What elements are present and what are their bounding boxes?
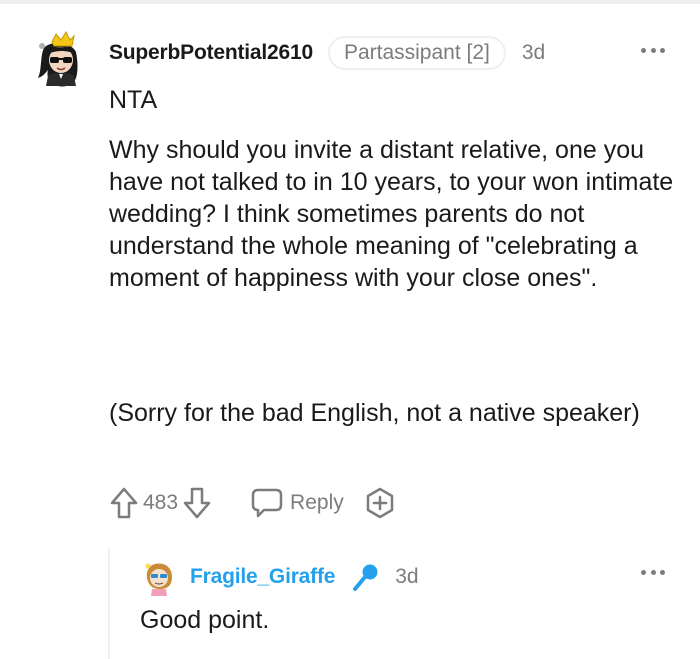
vote-score: 483 — [143, 491, 179, 514]
comment-timestamp[interactable]: 3d — [522, 41, 545, 65]
microphone-icon — [351, 562, 381, 592]
reply-user-avatar[interactable] — [139, 556, 179, 596]
upvote-arrow-icon[interactable] — [109, 486, 139, 520]
reply-label: Reply — [290, 491, 344, 514]
comment-header: SuperbPotential2610 Partassipant [2] 3d — [109, 36, 545, 70]
comment-author[interactable]: SuperbPotential2610 — [109, 41, 313, 65]
more-dots-icon[interactable] — [641, 48, 665, 56]
reply-text: Good point. — [140, 606, 270, 634]
comment-paragraph-note: (Sorry for the bad English, not a native… — [109, 399, 640, 427]
speech-bubble-icon — [250, 487, 284, 519]
more-dots-icon[interactable] — [641, 570, 665, 578]
top-divider — [0, 0, 700, 4]
award-plus-icon[interactable] — [364, 487, 396, 519]
comment-paragraph-verdict: NTA — [109, 86, 158, 114]
user-avatar[interactable] — [30, 26, 92, 88]
thread-line[interactable] — [108, 548, 110, 659]
reply-button[interactable]: Reply — [250, 487, 344, 519]
comment-actions: 483 Reply — [109, 483, 396, 523]
reply-header: Fragile_Giraffe 3d — [190, 560, 419, 594]
comment-paragraph-body: Why should you invite a distant relative… — [109, 136, 674, 292]
downvote-arrow-icon[interactable] — [182, 486, 212, 520]
user-flair: Partassipant [2] — [327, 36, 506, 70]
reply-timestamp[interactable]: 3d — [395, 565, 418, 589]
reply-author[interactable]: Fragile_Giraffe — [190, 565, 335, 589]
